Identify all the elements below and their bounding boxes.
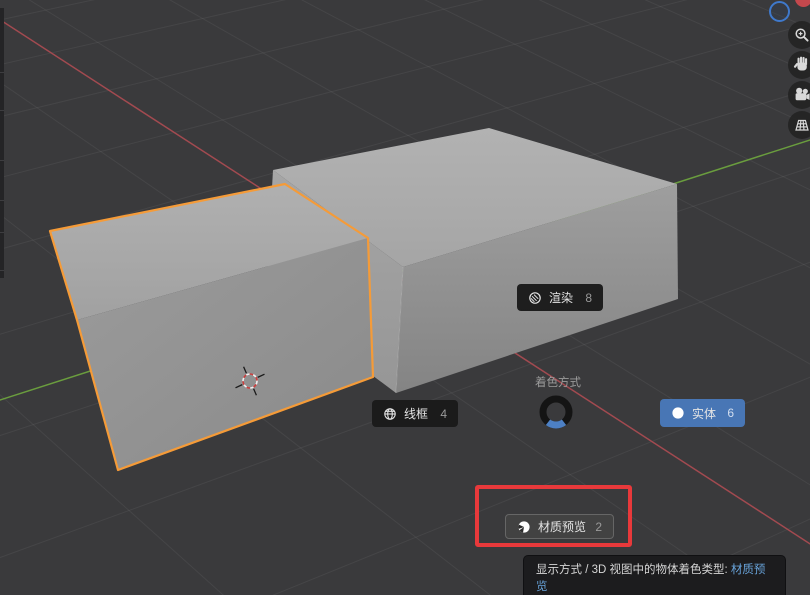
- tooltip-line1: 显示方式 / 3D 视图中的物体着色类型: 材质预览: [536, 562, 773, 595]
- toggle-projection-icon: [788, 111, 810, 139]
- gizmo-axis-ball-blue[interactable]: [769, 1, 790, 22]
- wireframe-sphere-icon: [383, 407, 397, 421]
- camera-view-button[interactable]: [788, 81, 810, 109]
- pie-item-label: 渲染: [549, 289, 573, 306]
- pan-hand-icon: [788, 51, 810, 79]
- pie-item-shortcut: 4: [440, 407, 447, 421]
- zoom-button[interactable]: [788, 21, 810, 49]
- pie-item-label: 实体: [692, 405, 716, 422]
- annotation-highlight-rect: [475, 485, 632, 547]
- tooltip: 显示方式 / 3D 视图中的物体着色类型: 材质预览 材质预览模式显示: [523, 555, 786, 595]
- cube-selected[interactable]: [50, 184, 373, 470]
- pie-item-render[interactable]: 渲染 8: [517, 284, 603, 311]
- 3d-viewport[interactable]: 着色方式 渲染 8: [0, 0, 810, 595]
- pie-item-label: 线框: [404, 405, 428, 422]
- pie-item-solid[interactable]: 实体 6: [660, 399, 745, 427]
- rendered-sphere-icon: [528, 291, 542, 305]
- pie-menu-direction-widget[interactable]: [536, 392, 576, 432]
- pie-item-wireframe[interactable]: 线框 4: [372, 400, 458, 427]
- pie-item-shortcut: 8: [585, 291, 592, 305]
- zoom-icon: [788, 21, 810, 49]
- solid-sphere-icon: [671, 406, 685, 420]
- toggle-projection-button[interactable]: [788, 111, 810, 139]
- scene-canvas: [0, 0, 810, 595]
- pie-direction-arc: [548, 422, 564, 425]
- pan-button[interactable]: [788, 51, 810, 79]
- camera-view-icon: [788, 81, 810, 109]
- left-toolbar-edge: [0, 8, 4, 278]
- pie-item-shortcut: 6: [727, 406, 734, 420]
- pie-menu-title: 着色方式: [510, 374, 606, 390]
